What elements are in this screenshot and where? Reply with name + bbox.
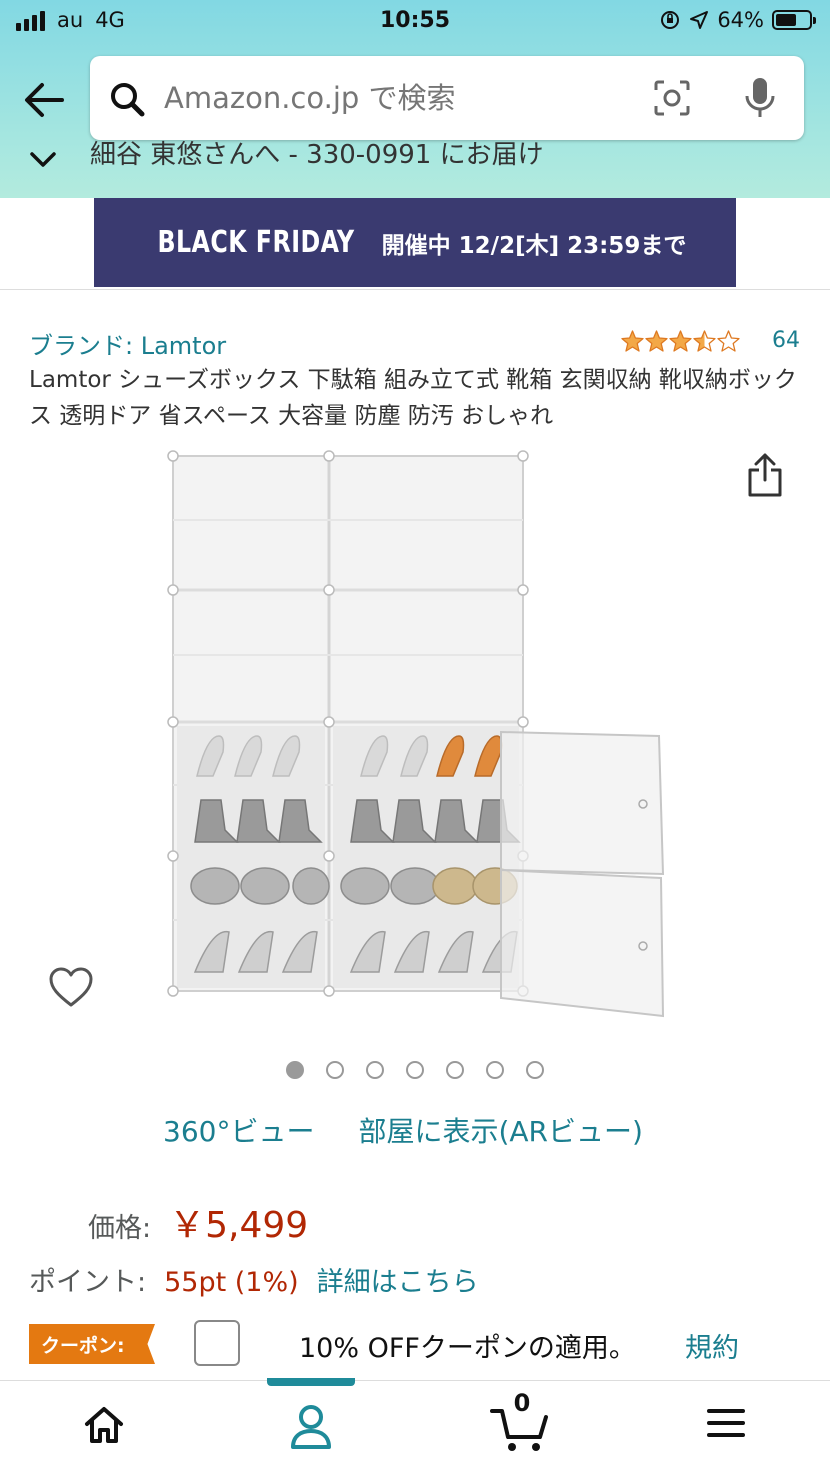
coupon-terms-link[interactable]: 規約: [685, 1326, 739, 1365]
tab-menu[interactable]: [706, 1403, 746, 1447]
search-input[interactable]: [164, 74, 624, 122]
home-icon: [85, 1407, 123, 1443]
tab-account[interactable]: [288, 1403, 334, 1455]
heart-icon: [49, 967, 93, 1007]
tab-home[interactable]: [82, 1403, 126, 1451]
star-icon: [645, 330, 668, 352]
view-360-link[interactable]: 360°ビュー: [163, 1110, 314, 1150]
microphone-icon[interactable]: [742, 76, 778, 120]
image-carousel-dots[interactable]: [0, 1061, 830, 1079]
share-button[interactable]: [745, 452, 785, 502]
ar-view-link[interactable]: 部屋に表示(ARビュー): [358, 1110, 642, 1150]
active-tab-indicator: [267, 1378, 355, 1386]
menu-icon: [707, 1409, 745, 1437]
carousel-dot[interactable]: [326, 1061, 344, 1079]
search-bar[interactable]: [90, 56, 804, 140]
rating-stars[interactable]: [621, 330, 740, 353]
black-friday-banner[interactable]: BLACK FRIDAY 開催中 12/2[木] 23:59まで: [94, 198, 736, 287]
carousel-dot[interactable]: [366, 1061, 384, 1079]
carousel-dot[interactable]: [526, 1061, 544, 1079]
carousel-dot[interactable]: [486, 1061, 504, 1079]
location-icon: [690, 11, 709, 29]
star-icon: [717, 330, 740, 352]
search-icon: [111, 83, 145, 117]
star-icon: [669, 330, 692, 352]
cart-count: 0: [513, 1389, 531, 1417]
battery-icon: [772, 10, 816, 30]
header: au 4G 10:55 64% Amazon.co.jp で検索 細谷 東悠さん…: [0, 0, 830, 198]
coupon-text: 10% OFFクーポンの適用。: [299, 1333, 636, 1364]
battery-percent: 64%: [717, 8, 764, 32]
price-row: 価格: ￥5,499: [88, 1196, 308, 1248]
wishlist-button[interactable]: [48, 966, 94, 1012]
carousel-dot[interactable]: [286, 1061, 304, 1079]
carousel-dot[interactable]: [446, 1061, 464, 1079]
star-icon: [693, 330, 716, 352]
star-icon: [621, 330, 644, 352]
coupon-badge: クーポン:: [29, 1324, 155, 1364]
banner-subtitle: 開催中 12/2[木] 23:59まで: [381, 232, 687, 259]
brand-link[interactable]: ブランド: Lamtor: [29, 326, 226, 361]
product-title: Lamtor シューズボックス 下駄箱 組み立て式 靴箱 玄関収納 靴収納ボック…: [29, 367, 797, 429]
points-row: ポイント: 55pt (1%) 詳細はこちら: [29, 1260, 479, 1299]
orientation-lock-icon: [661, 11, 680, 29]
points-label: ポイント:: [29, 1267, 147, 1298]
coupon-row: クーポン: 10% OFFクーポンの適用。 規約: [29, 1320, 809, 1368]
arrow-left-icon: [25, 83, 64, 117]
share-icon: [748, 453, 782, 497]
location-pin-icon: [30, 152, 56, 167]
delivery-location[interactable]: 細谷 東悠さんへ - 330-0991 にお届け: [0, 140, 830, 198]
points-value: 55pt (1%): [164, 1267, 299, 1298]
product-image[interactable]: [165, 450, 670, 1025]
user-icon: [291, 1405, 331, 1449]
delivery-text: 細谷 東悠さんへ - 330-0991 にお届け: [90, 140, 544, 170]
banner-title: BLACK FRIDAY: [157, 225, 355, 260]
promo-banner-area: BLACK FRIDAY 開催中 12/2[木] 23:59まで: [0, 198, 830, 290]
coupon-checkbox[interactable]: [194, 1320, 240, 1366]
rating-count[interactable]: 64: [772, 328, 800, 353]
camera-scan-icon[interactable]: [652, 78, 692, 118]
back-button[interactable]: [22, 80, 68, 120]
price-label: 価格:: [88, 1213, 152, 1244]
bottom-tab-bar: 0: [0, 1378, 830, 1475]
carousel-dot[interactable]: [406, 1061, 424, 1079]
points-details-link[interactable]: 詳細はこちら: [317, 1260, 479, 1299]
price-value: ￥5,499: [169, 1205, 309, 1246]
status-bar: au 4G 10:55 64%: [0, 0, 830, 44]
tab-cart[interactable]: 0: [490, 1389, 550, 1459]
